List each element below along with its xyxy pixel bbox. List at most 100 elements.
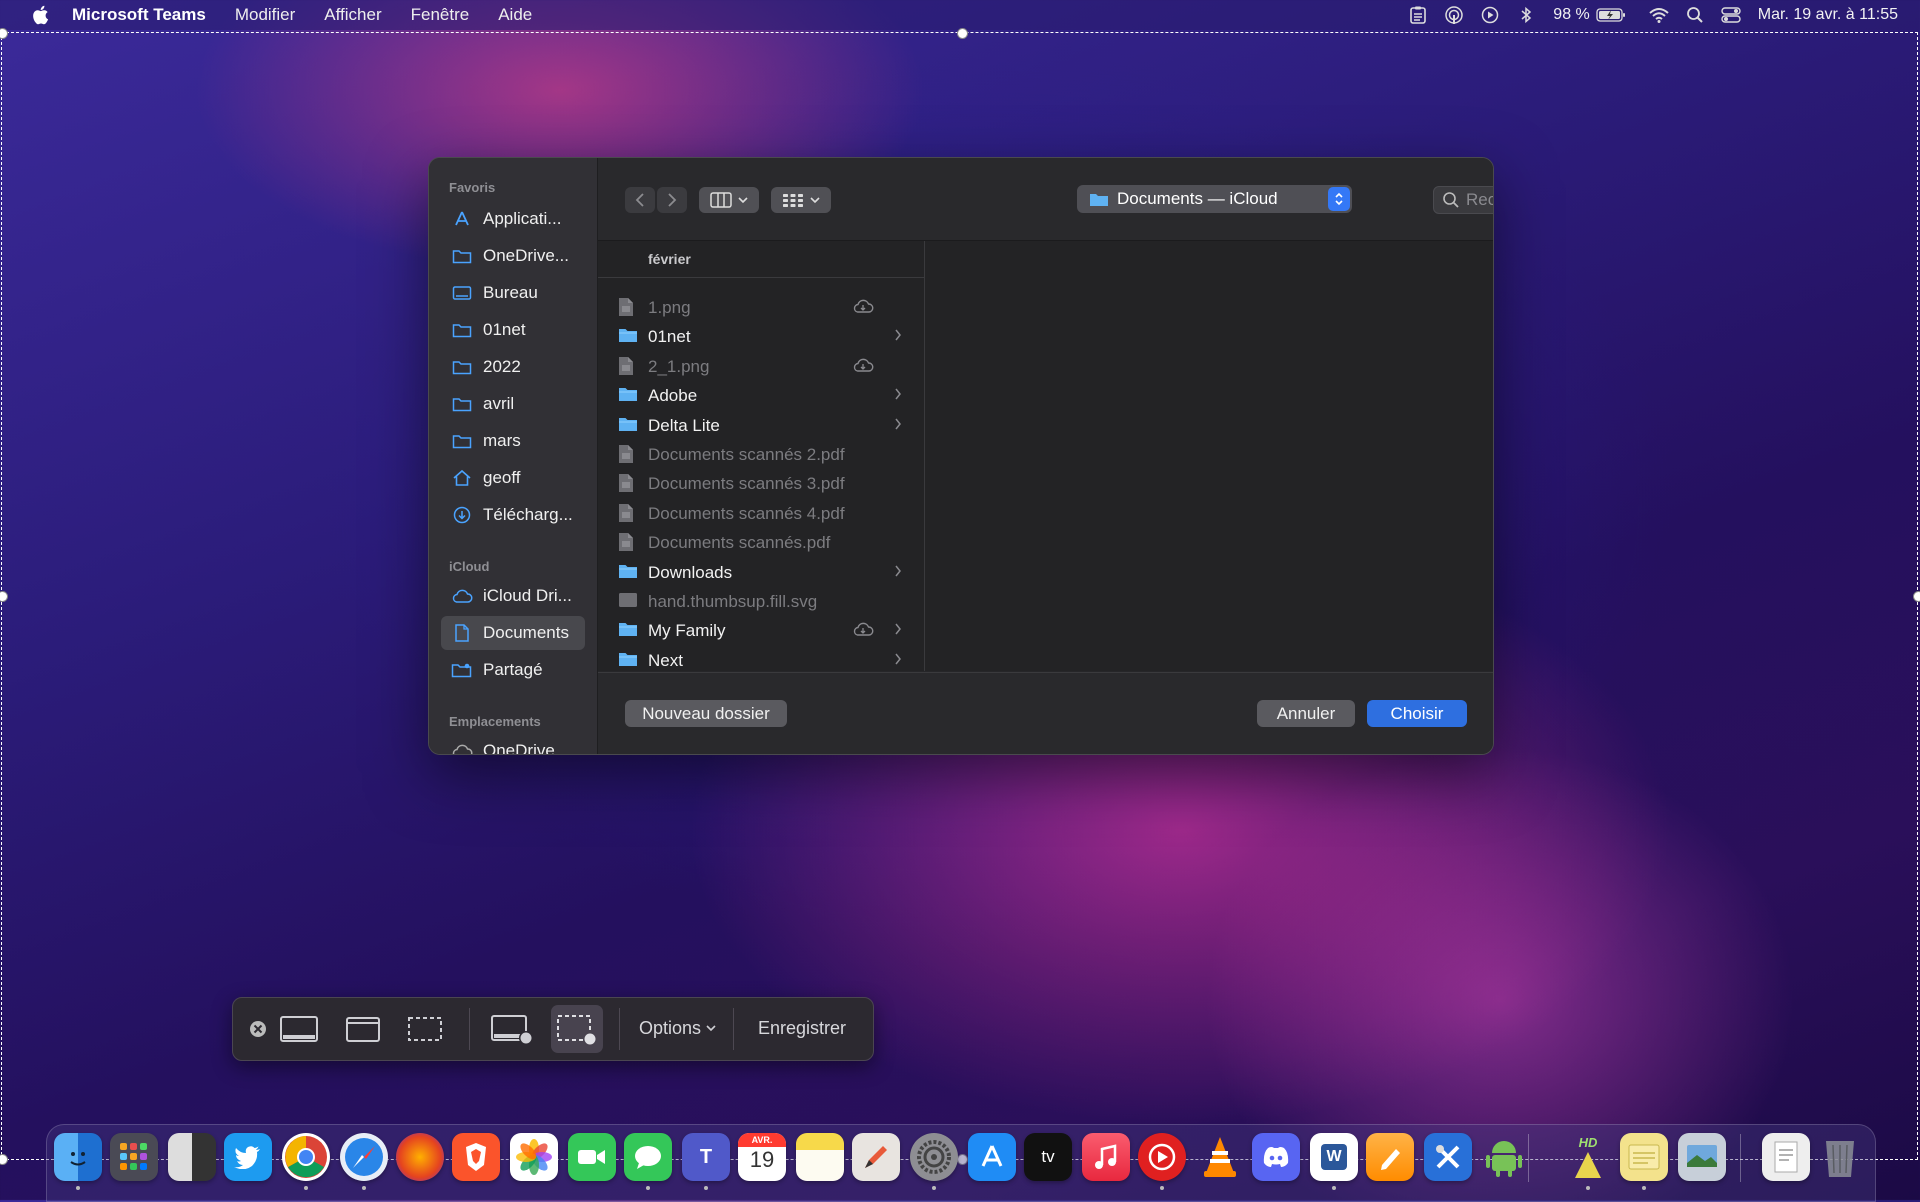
apple-tv-icon[interactable]: tv	[1024, 1133, 1072, 1181]
folder-row[interactable]: Adobe	[598, 381, 924, 410]
search-field[interactable]: Rechercher	[1433, 186, 1493, 214]
wifi-icon[interactable]	[1648, 5, 1670, 25]
record-button[interactable]: Enregistrer	[758, 1018, 846, 1039]
system-preferences-icon[interactable]	[910, 1133, 958, 1181]
sidebar-item-mars[interactable]: mars	[441, 424, 585, 458]
capture-window-button[interactable]	[341, 1010, 385, 1048]
cancel-button[interactable]: Annuler	[1257, 700, 1355, 727]
back-button[interactable]	[625, 187, 655, 213]
choose-button[interactable]: Choisir	[1367, 700, 1467, 727]
cloud-download-icon[interactable]	[852, 357, 874, 378]
battery-icon[interactable]	[1596, 5, 1626, 25]
teams-icon[interactable]: T	[682, 1133, 730, 1181]
document-icon	[618, 297, 638, 317]
app-menu[interactable]: Microsoft Teams	[72, 5, 206, 25]
sidebar-item-onedrive-location[interactable]: OneDrive	[441, 734, 585, 754]
sidebar-item-2022[interactable]: 2022	[441, 350, 585, 384]
hd-app-icon[interactable]: HD	[1564, 1133, 1612, 1181]
column-view-button[interactable]	[699, 187, 759, 213]
folder-row[interactable]: Downloads	[598, 558, 924, 587]
brave-icon[interactable]	[452, 1133, 500, 1181]
folder-row[interactable]: My Family	[598, 616, 924, 645]
selection-handle[interactable]	[1913, 591, 1920, 602]
firefox-icon[interactable]	[396, 1133, 444, 1181]
forward-button[interactable]	[657, 187, 687, 213]
pages-icon[interactable]	[1366, 1133, 1414, 1181]
bluetooth-icon[interactable]	[1515, 5, 1537, 25]
selection-handle[interactable]	[957, 28, 968, 39]
apple-menu-icon[interactable]	[26, 5, 54, 25]
preview-icon[interactable]	[1678, 1133, 1726, 1181]
file-row: Documents scannés.pdf	[598, 528, 924, 557]
airdrop-icon[interactable]	[1443, 5, 1465, 25]
play-circle-icon[interactable]	[1479, 5, 1501, 25]
notes-icon[interactable]	[796, 1133, 844, 1181]
trash-icon[interactable]	[1816, 1133, 1864, 1181]
menu-clock[interactable]: Mar. 19 avr. à 11:55	[1758, 6, 1898, 24]
selection-handle[interactable]	[0, 591, 8, 602]
close-capture-button[interactable]	[247, 1010, 269, 1048]
sidebar-item-applications[interactable]: Applicati...	[441, 202, 585, 236]
twitter-icon[interactable]	[224, 1133, 272, 1181]
sidebar-item-partage[interactable]: Partagé	[441, 653, 585, 687]
clipboard-icon[interactable]	[1407, 5, 1429, 25]
calendar-icon[interactable]: AVR. 19	[738, 1133, 786, 1181]
capture-entire-screen-button[interactable]	[277, 1010, 321, 1048]
control-center-icon[interactable]	[1720, 5, 1742, 25]
selection-handle[interactable]	[0, 1154, 8, 1165]
safari-icon[interactable]	[340, 1133, 388, 1181]
sidebar-item-icloud-drive[interactable]: iCloud Dri...	[441, 579, 585, 613]
folder-row[interactable]: Next	[598, 646, 924, 675]
cloud-download-icon[interactable]	[852, 298, 874, 319]
vlc-icon[interactable]	[1196, 1133, 1244, 1181]
sidebar-item-bureau[interactable]: Bureau	[441, 276, 585, 310]
android-icon[interactable]	[1480, 1133, 1528, 1181]
selection-handle[interactable]	[0, 28, 8, 39]
sidebar-item-01net[interactable]: 01net	[441, 313, 585, 347]
chevron-right-icon	[894, 387, 902, 406]
chevron-down-icon	[705, 1020, 717, 1036]
capture-selection-button[interactable]	[403, 1010, 447, 1048]
dialog-toolbar: Documents — iCloud Rechercher	[598, 158, 1493, 241]
menu-aide[interactable]: Aide	[498, 5, 532, 25]
discord-icon[interactable]	[1252, 1133, 1300, 1181]
youtube-music-icon[interactable]	[1138, 1133, 1186, 1181]
notes-app-icon[interactable]	[168, 1133, 216, 1181]
folder-icon	[451, 248, 473, 264]
calendar-month: AVR.	[738, 1133, 786, 1147]
xcode-tools-icon[interactable]	[1424, 1133, 1472, 1181]
sidebar-item-onedrive[interactable]: OneDrive...	[441, 239, 585, 273]
cloud-download-icon[interactable]	[852, 621, 874, 642]
photos-icon[interactable]	[510, 1133, 558, 1181]
document-icon	[618, 503, 638, 523]
pencil-app-icon[interactable]	[852, 1133, 900, 1181]
word-icon[interactable]: W	[1310, 1133, 1358, 1181]
app-store-icon[interactable]	[968, 1133, 1016, 1181]
facetime-icon[interactable]	[568, 1133, 616, 1181]
group-view-button[interactable]	[771, 187, 831, 213]
options-menu-label[interactable]: Options	[639, 1018, 701, 1039]
file-name: Documents scannés 4.pdf	[648, 503, 845, 523]
documents-stack-icon[interactable]	[1762, 1133, 1810, 1181]
record-selection-button[interactable]	[551, 1005, 603, 1053]
music-icon[interactable]	[1082, 1133, 1130, 1181]
messages-icon[interactable]	[624, 1133, 672, 1181]
new-folder-button[interactable]: Nouveau dossier	[625, 700, 787, 727]
spotlight-search-icon[interactable]	[1684, 5, 1706, 25]
sidebar-item-telechargements[interactable]: Télécharg...	[441, 498, 585, 532]
sidebar-item-avril[interactable]: avril	[441, 387, 585, 421]
sidebar-item-geoff[interactable]: geoff	[441, 461, 585, 495]
menu-modifier[interactable]: Modifier	[235, 5, 295, 25]
folder-row[interactable]: 01net	[598, 322, 924, 351]
file-name: hand.thumbsup.fill.svg	[648, 592, 818, 611]
record-entire-screen-button[interactable]	[489, 1010, 537, 1048]
launchpad-icon[interactable]	[110, 1133, 158, 1181]
chrome-icon[interactable]	[282, 1133, 330, 1181]
menu-afficher[interactable]: Afficher	[324, 5, 381, 25]
finder-icon[interactable]	[54, 1133, 102, 1181]
notepad-icon[interactable]	[1620, 1133, 1668, 1181]
sidebar-item-documents[interactable]: Documents	[441, 616, 585, 650]
menu-fenetre[interactable]: Fenêtre	[411, 5, 470, 25]
folder-row[interactable]: Delta Lite	[598, 411, 924, 440]
location-popup[interactable]: Documents — iCloud	[1077, 185, 1352, 213]
